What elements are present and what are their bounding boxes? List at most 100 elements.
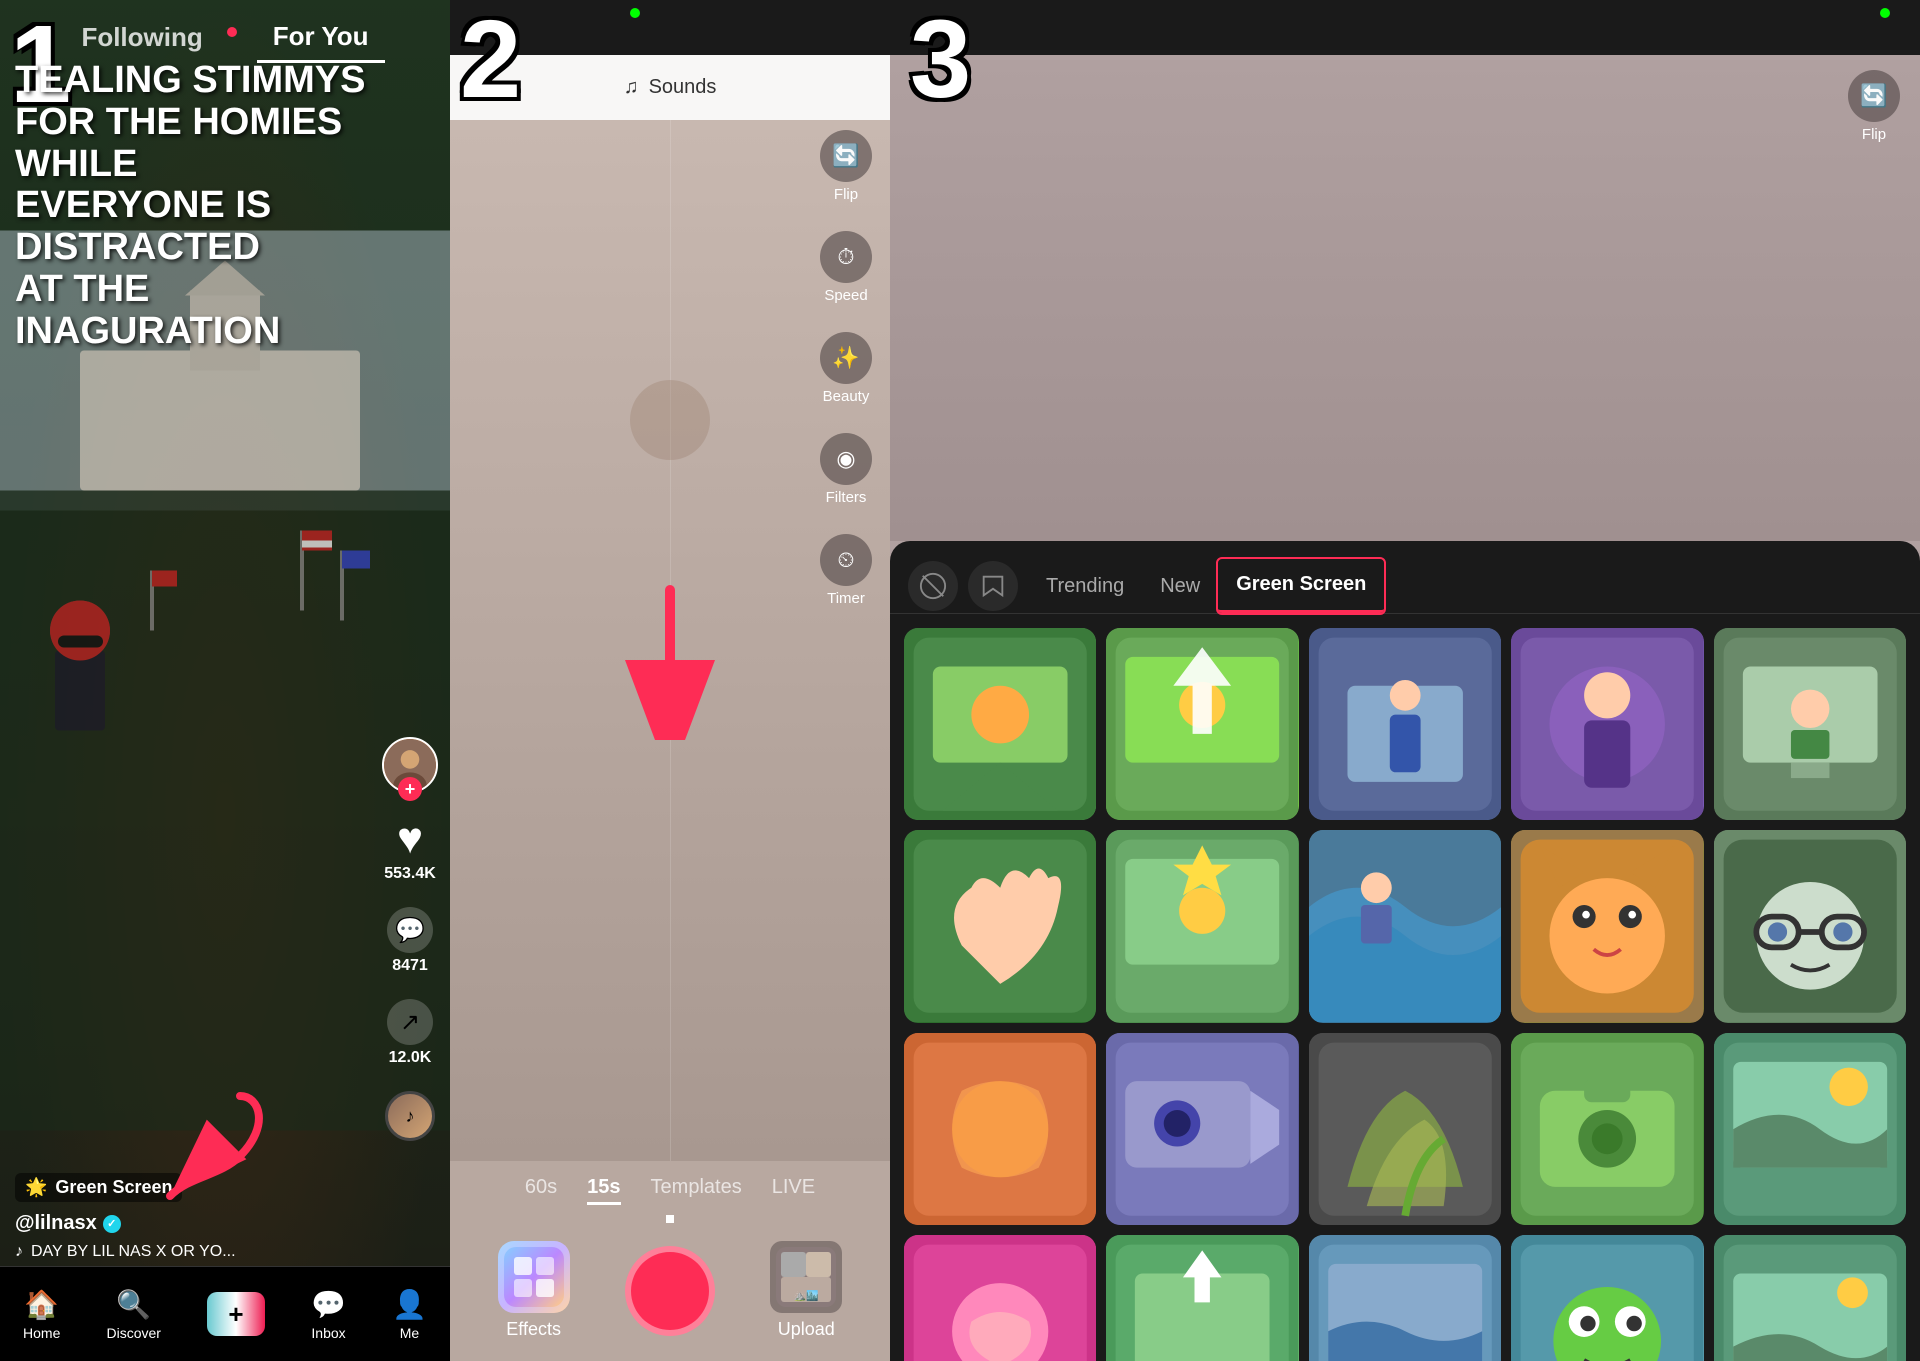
effects-icon [498, 1241, 570, 1313]
tab-live[interactable]: LIVE [772, 1176, 815, 1205]
speed-control[interactable]: ⏱ Speed [820, 231, 872, 304]
music-icon: ♫ [624, 76, 639, 99]
tab-15s[interactable]: 15s [587, 1176, 620, 1205]
feed-header: Following For You [0, 0, 450, 75]
flip-camera-icon: 🔄 [1848, 70, 1900, 122]
duration-tabs: 60s 15s Templates LIVE [450, 1161, 890, 1215]
timer-control[interactable]: ⏲ Timer [820, 534, 872, 607]
inbox-icon: 💬 [311, 1288, 346, 1321]
disc-icon: ♪ [385, 1091, 435, 1141]
inbox-label: Inbox [311, 1325, 345, 1341]
face-silhouette [630, 380, 710, 460]
effect-tile-4[interactable] [1511, 628, 1703, 820]
effects-no-effect-icon[interactable] [908, 561, 958, 611]
nav-me[interactable]: 👤 Me [392, 1288, 427, 1341]
effect-tile-14[interactable] [1511, 1033, 1703, 1225]
create-icon [207, 1292, 265, 1336]
timer-label: Timer [827, 590, 865, 607]
effect-tile-20[interactable] [1714, 1235, 1906, 1361]
effect-tile-9[interactable] [1511, 830, 1703, 1022]
nav-discover[interactable]: 🔍 Discover [106, 1288, 160, 1341]
upload-icon: ⛰️🏙️ [770, 1241, 842, 1313]
filters-label: Filters [826, 489, 867, 506]
effect-tile-8[interactable] [1309, 830, 1501, 1022]
status-dot-3 [1880, 8, 1890, 18]
video-caption: TEALING STIMMYS FOR THE HOMIES WHILE EVE… [15, 60, 395, 353]
panel-number-2: 2 [460, 5, 521, 115]
share-button[interactable]: ↗ 12.0K [387, 999, 433, 1067]
song-info[interactable]: ♪ DAY BY LIL NAS X OR YO... [15, 1243, 385, 1261]
effects-button[interactable]: Effects [498, 1241, 570, 1340]
filters-control[interactable]: ◉ Filters [820, 433, 872, 506]
song-title: DAY BY LIL NAS X OR YO... [31, 1243, 236, 1261]
beauty-control[interactable]: ✨ Beauty [820, 332, 872, 405]
effects-grid [890, 614, 1920, 1361]
effect-tile-15[interactable] [1714, 1033, 1906, 1225]
tab-trending[interactable]: Trending [1028, 561, 1142, 612]
verified-icon: ✓ [103, 1215, 121, 1233]
comment-button[interactable]: 💬 8471 [387, 907, 433, 975]
beauty-label: Beauty [823, 388, 870, 405]
nav-inbox[interactable]: 💬 Inbox [311, 1288, 346, 1341]
bottom-navigation: 🏠 Home 🔍 Discover 💬 Inbox 👤 Me [0, 1266, 450, 1361]
timer-icon: ⏲ [820, 534, 872, 586]
svg-text:⛰️🏙️: ⛰️🏙️ [794, 1289, 819, 1302]
following-tab[interactable]: Following [65, 14, 218, 61]
camera-controls: 🔄 Flip ⏱ Speed ✨ Beauty ◉ Filters ⏲ Time… [820, 130, 872, 607]
effect-tile-17[interactable] [1106, 1235, 1298, 1361]
flip-camera-label: Flip [1862, 126, 1886, 143]
effect-tile-2[interactable] [1106, 628, 1298, 820]
effect-tile-18[interactable] [1309, 1235, 1501, 1361]
effect-tile-3[interactable] [1309, 628, 1501, 820]
panel-1-tiktok-feed: 1 Following For You TEALING STIMMYS FOR … [0, 0, 450, 1361]
panel-number-3: 3 [910, 5, 971, 115]
flip-button-panel3[interactable]: 🔄 Flip [1848, 70, 1900, 143]
discover-icon: 🔍 [116, 1288, 151, 1321]
effect-tile-7[interactable] [1106, 830, 1298, 1022]
sound-disc[interactable]: ♪ [385, 1091, 435, 1141]
effects-label: Effects [506, 1319, 561, 1340]
effects-saved-icon[interactable] [968, 561, 1018, 611]
creator-avatar[interactable]: + [382, 737, 438, 793]
share-icon: ↗ [387, 999, 433, 1045]
follow-plus-btn[interactable]: + [398, 777, 422, 801]
capture-controls: Effects ⛰️🏙️ Upload [450, 1231, 890, 1350]
flip-icon: 🔄 [820, 130, 872, 182]
effect-tile-11[interactable] [904, 1033, 1096, 1225]
flip-control[interactable]: 🔄 Flip [820, 130, 872, 203]
effect-tile-10[interactable] [1714, 830, 1906, 1022]
effect-tile-19[interactable] [1511, 1235, 1703, 1361]
profile-icon: 👤 [392, 1288, 427, 1321]
me-label: Me [400, 1325, 419, 1341]
heart-icon: ♥ [397, 817, 423, 861]
notification-dot [227, 27, 237, 37]
comment-icon: 💬 [387, 907, 433, 953]
effects-tab-bar: Trending New Green Screen [890, 541, 1920, 614]
like-button[interactable]: ♥ 553.4K [384, 817, 436, 883]
effect-tile-6[interactable] [904, 830, 1096, 1022]
home-label: Home [23, 1325, 60, 1341]
status-dot-2 [630, 8, 640, 18]
effect-tile-12[interactable] [1106, 1033, 1298, 1225]
nav-create[interactable] [207, 1292, 265, 1336]
effects-camera-bg [890, 55, 1920, 541]
nav-home[interactable]: 🏠 Home [23, 1288, 60, 1341]
like-count: 553.4K [384, 865, 436, 883]
tab-60s[interactable]: 60s [525, 1176, 557, 1205]
effect-tile-5[interactable] [1714, 628, 1906, 820]
effect-tile-1[interactable] [904, 628, 1096, 820]
caption-line2: FOR THE HOMIES WHILE [15, 102, 395, 186]
camera-bottom: 60s 15s Templates LIVE [450, 1161, 890, 1361]
tab-templates[interactable]: Templates [651, 1176, 742, 1205]
record-button[interactable] [625, 1246, 715, 1336]
username-text: @lilnasx [15, 1212, 97, 1235]
tutorial-arrow-2 [620, 580, 720, 745]
panel-3-effects: 3 🔄 Flip Trending New Green Screen [890, 0, 1920, 1361]
for-you-tab[interactable]: For You [257, 13, 385, 63]
effect-tile-16[interactable] [904, 1235, 1096, 1361]
effect-tile-13[interactable] [1309, 1033, 1501, 1225]
upload-button[interactable]: ⛰️🏙️ Upload [770, 1241, 842, 1340]
tutorial-arrow-1 [140, 1086, 280, 1221]
tab-green-screen[interactable]: Green Screen [1218, 559, 1384, 613]
tab-new[interactable]: New [1142, 561, 1218, 612]
